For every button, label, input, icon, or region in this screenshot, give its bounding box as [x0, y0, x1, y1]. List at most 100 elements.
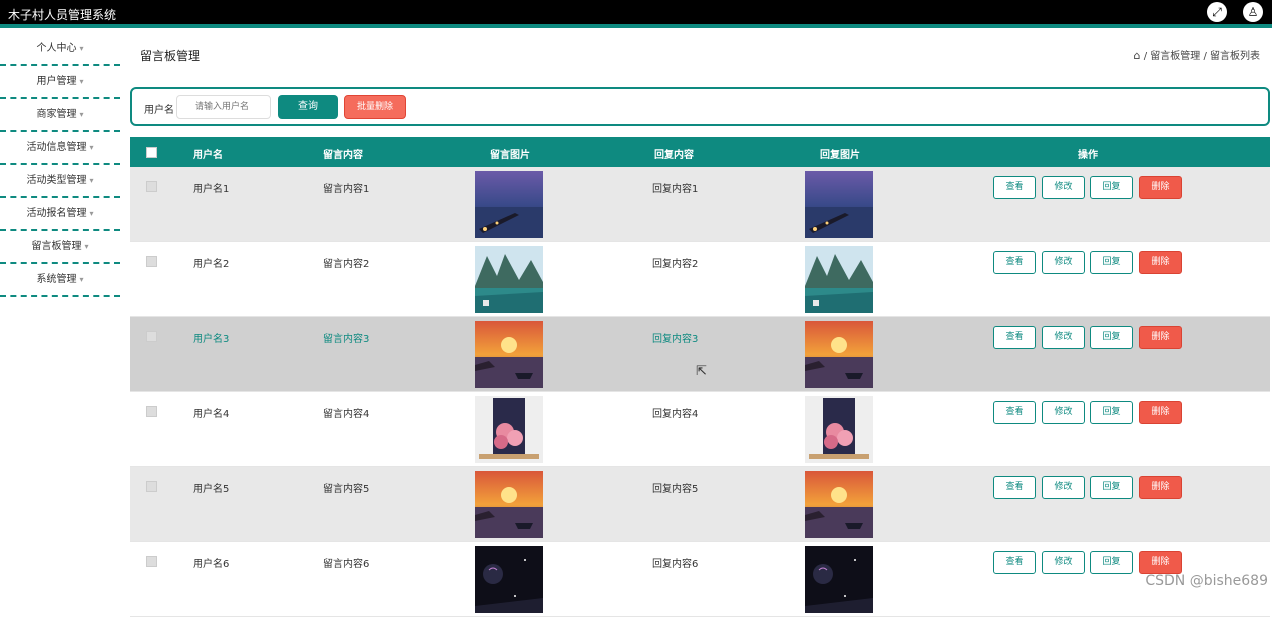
cell-content: 留言内容4 [323, 405, 369, 420]
header-image: 留言图片 [490, 146, 530, 161]
header-actions: 操作 [1078, 146, 1098, 161]
top-bar: 木子村人员管理系统 ⤢ ♙ [0, 0, 1272, 28]
message-image[interactable] [475, 546, 543, 613]
cell-reply: 回复内容6 [652, 555, 698, 570]
cell-reply: 回复内容4 [652, 405, 698, 420]
query-button[interactable]: 查询 [278, 95, 338, 119]
reply-image[interactable] [805, 246, 873, 313]
reply-image[interactable] [805, 321, 873, 388]
chevron-down-icon: ▾ [79, 110, 83, 119]
home-icon[interactable]: ⌂ [1134, 49, 1141, 62]
delete-button[interactable]: 删除 [1139, 326, 1182, 349]
chevron-down-icon: ▾ [79, 44, 83, 53]
cell-content: 留言内容3 [323, 330, 369, 345]
message-image[interactable] [475, 471, 543, 538]
cell-username: 用户名3 [193, 330, 229, 345]
view-button[interactable]: 查看 [993, 326, 1036, 349]
header-reply: 回复内容 [654, 146, 694, 161]
search-panel: 用户名 查询 批量删除 [130, 87, 1270, 126]
breadcrumb-level2: 留言板列表 [1210, 51, 1260, 62]
cell-reply: 回复内容2 [652, 255, 698, 270]
row-checkbox[interactable] [146, 556, 157, 567]
view-button[interactable]: 查看 [993, 251, 1036, 274]
cell-content: 留言内容6 [323, 555, 369, 570]
row-checkbox[interactable] [146, 256, 157, 267]
reply-image[interactable] [805, 171, 873, 238]
cell-content: 留言内容5 [323, 480, 369, 495]
reply-button[interactable]: 回复 [1090, 251, 1133, 274]
delete-button[interactable]: 删除 [1139, 251, 1182, 274]
chevron-down-icon: ▾ [84, 242, 88, 251]
user-icon[interactable]: ♙ [1243, 2, 1263, 22]
cell-content: 留言内容2 [323, 255, 369, 270]
breadcrumb-level1[interactable]: 留言板管理 [1150, 51, 1200, 62]
sidebar-item-system-management[interactable]: 系统管理▾ [0, 264, 120, 297]
select-all-checkbox[interactable] [146, 147, 157, 158]
delete-button[interactable]: 删除 [1139, 176, 1182, 199]
table-row: 用户名2 留言内容2 回复内容2 查看修改回复删除 [130, 242, 1270, 317]
edit-button[interactable]: 修改 [1042, 176, 1085, 199]
cell-reply: 回复内容1 [652, 180, 698, 195]
reply-button[interactable]: 回复 [1090, 401, 1133, 424]
message-image[interactable] [475, 321, 543, 388]
sidebar-item-activity-type[interactable]: 活动类型管理▾ [0, 165, 120, 198]
reply-button[interactable]: 回复 [1090, 476, 1133, 499]
username-search-input[interactable] [176, 95, 271, 119]
table-body: 用户名1留言内容1回复内容1查看修改回复删除用户名2留言内容2回复内容2查看修改… [130, 167, 1270, 617]
header-reply-image: 回复图片 [820, 146, 860, 161]
chevron-down-icon: ▾ [89, 143, 93, 152]
cell-username: 用户名2 [193, 255, 229, 270]
delete-button[interactable]: 删除 [1139, 401, 1182, 424]
fullscreen-icon[interactable]: ⤢ [1207, 2, 1227, 22]
view-button[interactable]: 查看 [993, 476, 1036, 499]
edit-button[interactable]: 修改 [1042, 401, 1085, 424]
message-image[interactable] [475, 171, 543, 238]
chevron-down-icon: ▾ [79, 77, 83, 86]
delete-button[interactable]: 删除 [1139, 551, 1182, 574]
header-content: 留言内容 [323, 146, 363, 161]
row-checkbox[interactable] [146, 406, 157, 417]
main-content: 留言板管理 ⌂ / 留言板管理 / 留言板列表 用户名 查询 批量删除 用户名 … [130, 33, 1272, 599]
view-button[interactable]: 查看 [993, 176, 1036, 199]
page-title: 留言板管理 [140, 47, 200, 64]
edit-button[interactable]: 修改 [1042, 251, 1085, 274]
row-checkbox[interactable] [146, 181, 157, 192]
edit-button[interactable]: 修改 [1042, 476, 1085, 499]
cell-reply: 回复内容3 [652, 330, 698, 345]
sidebar-item-merchant-management[interactable]: 商家管理▾ [0, 99, 120, 132]
breadcrumb: ⌂ / 留言板管理 / 留言板列表 [1134, 47, 1260, 62]
sidebar-item-user-management[interactable]: 用户管理▾ [0, 66, 120, 99]
row-checkbox[interactable] [146, 481, 157, 492]
sidebar-item-message-board[interactable]: 留言板管理▾ [0, 231, 120, 264]
batch-delete-button[interactable]: 批量删除 [344, 95, 406, 119]
delete-button[interactable]: 删除 [1139, 476, 1182, 499]
sidebar-item-personal-center[interactable]: 个人中心▾ [0, 33, 120, 66]
table-row: 用户名5留言内容5回复内容5查看修改回复删除 [130, 467, 1270, 542]
sidebar-item-activity-signup[interactable]: 活动报名管理▾ [0, 198, 120, 231]
table-row: 用户名6 留言内容6 回复内容6 查看修改回复删除 [130, 542, 1270, 617]
view-button[interactable]: 查看 [993, 551, 1036, 574]
view-button[interactable]: 查看 [993, 401, 1036, 424]
reply-button[interactable]: 回复 [1090, 326, 1133, 349]
message-image[interactable] [475, 246, 543, 313]
message-image[interactable] [475, 396, 543, 463]
watermark: CSDN @bishe689 [1145, 573, 1268, 589]
reply-button[interactable]: 回复 [1090, 551, 1133, 574]
cell-reply: 回复内容5 [652, 480, 698, 495]
reply-image[interactable] [805, 546, 873, 613]
reply-image[interactable] [805, 471, 873, 538]
chevron-down-icon: ▾ [89, 176, 93, 185]
chevron-down-icon: ▾ [79, 275, 83, 284]
reply-button[interactable]: 回复 [1090, 176, 1133, 199]
cell-username: 用户名6 [193, 555, 229, 570]
edit-button[interactable]: 修改 [1042, 326, 1085, 349]
mouse-cursor-icon: ⇱ [696, 364, 707, 379]
reply-image[interactable] [805, 396, 873, 463]
row-checkbox[interactable] [146, 331, 157, 342]
edit-button[interactable]: 修改 [1042, 551, 1085, 574]
search-label: 用户名 [144, 101, 174, 116]
table-row: 用户名3 留言内容3 回复内容3 查看修改回复删除 [130, 317, 1270, 392]
cell-content: 留言内容1 [323, 180, 369, 195]
sidebar-item-activity-info[interactable]: 活动信息管理▾ [0, 132, 120, 165]
app-title: 木子村人员管理系统 [8, 6, 116, 23]
